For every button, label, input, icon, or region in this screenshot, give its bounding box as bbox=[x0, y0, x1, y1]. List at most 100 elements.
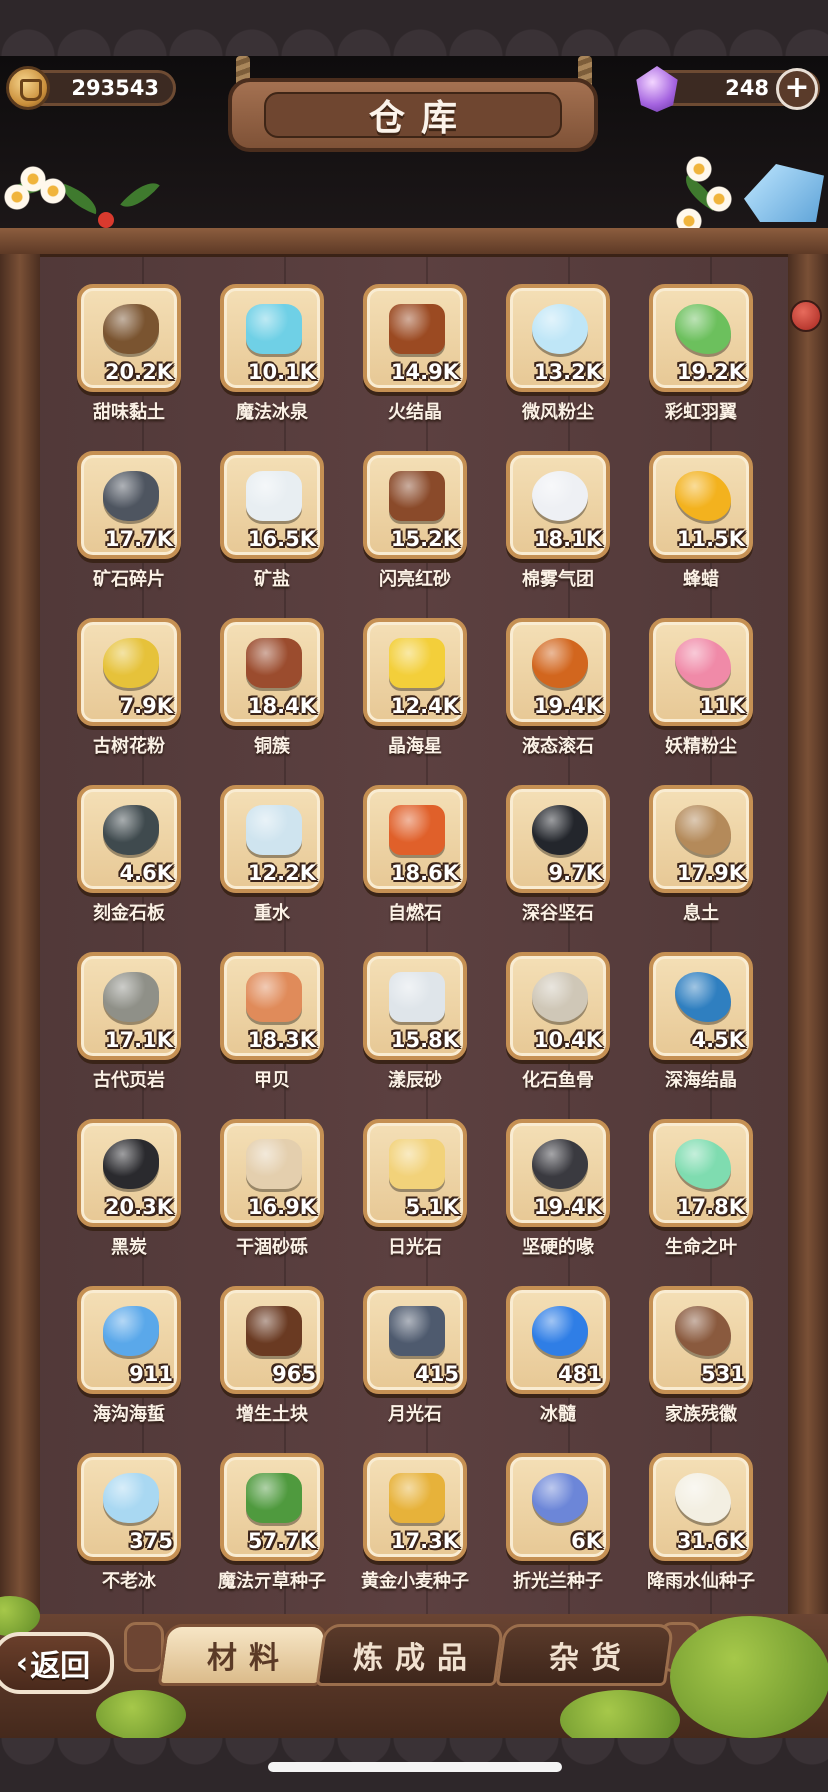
gold-coin-icon bbox=[6, 66, 50, 110]
item-slot[interactable]: 10.4K bbox=[506, 952, 610, 1060]
inventory-item[interactable]: 18.4K 铜簇 bbox=[201, 618, 343, 785]
item-slot[interactable]: 12.4K bbox=[363, 618, 467, 726]
item-count: 18.6K bbox=[390, 861, 459, 885]
inventory-item[interactable]: 17.9K 息土 bbox=[630, 785, 772, 952]
inventory-item[interactable]: 17.8K 生命之叶 bbox=[630, 1119, 772, 1286]
item-slot[interactable]: 18.3K bbox=[220, 952, 324, 1060]
item-name: 黄金小麦种子 bbox=[361, 1571, 469, 1592]
item-slot[interactable]: 18.1K bbox=[506, 451, 610, 559]
inventory-item[interactable]: 18.6K 自燃石 bbox=[344, 785, 486, 952]
item-slot[interactable]: 375 bbox=[77, 1453, 181, 1561]
inventory-item[interactable]: 17.1K 古代页岩 bbox=[58, 952, 200, 1119]
item-slot[interactable]: 17.8K bbox=[649, 1119, 753, 1227]
item-slot[interactable]: 16.5K bbox=[220, 451, 324, 559]
inventory-item[interactable]: 5.1K 日光石 bbox=[344, 1119, 486, 1286]
item-slot[interactable]: 18.6K bbox=[363, 785, 467, 893]
item-slot[interactable]: 19.4K bbox=[506, 1119, 610, 1227]
inventory-item[interactable]: 20.2K 甜味黏土 bbox=[58, 284, 200, 451]
inventory-item[interactable]: 57.7K 魔法亓草种子 bbox=[201, 1453, 343, 1620]
item-slot[interactable]: 57.7K bbox=[220, 1453, 324, 1561]
narcissus-seed-icon bbox=[675, 1473, 731, 1523]
inventory-item[interactable]: 9.7K 深谷坚石 bbox=[487, 785, 629, 952]
item-slot[interactable]: 481 bbox=[506, 1286, 610, 1394]
add-gems-button[interactable]: + bbox=[776, 68, 818, 110]
inventory-item[interactable]: 4.6K 刻金石板 bbox=[58, 785, 200, 952]
item-slot[interactable]: 19.4K bbox=[506, 618, 610, 726]
inventory-item[interactable]: 965 增生土块 bbox=[201, 1286, 343, 1453]
item-count: 9.7K bbox=[548, 861, 602, 885]
inventory-item[interactable]: 375 不老冰 bbox=[58, 1453, 200, 1620]
inventory-item[interactable]: 481 冰髓 bbox=[487, 1286, 629, 1453]
item-slot[interactable]: 10.1K bbox=[220, 284, 324, 392]
inventory-item[interactable]: 18.3K 甲贝 bbox=[201, 952, 343, 1119]
inventory-item[interactable]: 19.2K 彩虹羽翼 bbox=[630, 284, 772, 451]
inventory-item[interactable]: 13.2K 微风粉尘 bbox=[487, 284, 629, 451]
item-count: 19.4K bbox=[533, 694, 602, 718]
inventory-item[interactable]: 12.4K 晶海星 bbox=[344, 618, 486, 785]
tab-materials[interactable]: 材料 bbox=[157, 1624, 329, 1686]
item-slot[interactable]: 13.2K bbox=[506, 284, 610, 392]
item-slot[interactable]: 18.4K bbox=[220, 618, 324, 726]
back-button[interactable]: ‹ 返回 bbox=[0, 1632, 114, 1694]
item-slot[interactable]: 15.8K bbox=[363, 952, 467, 1060]
tab-alchemy-products[interactable]: 炼成品 bbox=[315, 1624, 505, 1686]
inventory-item[interactable]: 11K 妖精粉尘 bbox=[630, 618, 772, 785]
item-slot[interactable]: 6K bbox=[506, 1453, 610, 1561]
item-slot[interactable]: 4.6K bbox=[77, 785, 181, 893]
inventory-item[interactable]: 17.3K 黄金小麦种子 bbox=[344, 1453, 486, 1620]
inventory-item[interactable]: 16.5K 矿盐 bbox=[201, 451, 343, 618]
inventory-item[interactable]: 31.6K 降雨水仙种子 bbox=[630, 1453, 772, 1620]
inventory-item[interactable]: 16.9K 干涸砂砾 bbox=[201, 1119, 343, 1286]
item-slot[interactable]: 20.2K bbox=[77, 284, 181, 392]
item-slot[interactable]: 11K bbox=[649, 618, 753, 726]
item-slot[interactable]: 17.7K bbox=[77, 451, 181, 559]
inventory-item[interactable]: 17.7K 矿石碎片 bbox=[58, 451, 200, 618]
item-slot[interactable]: 11.5K bbox=[649, 451, 753, 559]
inventory-item[interactable]: 19.4K 液态滚石 bbox=[487, 618, 629, 785]
item-slot[interactable]: 17.1K bbox=[77, 952, 181, 1060]
inventory-item[interactable]: 6K 折光兰种子 bbox=[487, 1453, 629, 1620]
inventory-item[interactable]: 7.9K 古树花粉 bbox=[58, 618, 200, 785]
inventory-item[interactable]: 10.4K 化石鱼骨 bbox=[487, 952, 629, 1119]
item-slot[interactable]: 31.6K bbox=[649, 1453, 753, 1561]
inventory-item[interactable]: 20.3K 黑炭 bbox=[58, 1119, 200, 1286]
item-slot[interactable]: 15.2K bbox=[363, 451, 467, 559]
item-name: 甜味黏土 bbox=[93, 402, 165, 423]
inventory-item[interactable]: 911 海沟海蜇 bbox=[58, 1286, 200, 1453]
soil-icon bbox=[675, 805, 731, 855]
inventory-item[interactable]: 14.9K 火结晶 bbox=[344, 284, 486, 451]
item-slot[interactable]: 17.9K bbox=[649, 785, 753, 893]
inventory-item[interactable]: 531 家族残徽 bbox=[630, 1286, 772, 1453]
item-slot[interactable]: 5.1K bbox=[363, 1119, 467, 1227]
inventory-item[interactable]: 18.1K 棉雾气团 bbox=[487, 451, 629, 618]
inventory-item[interactable]: 15.8K 漾辰砂 bbox=[344, 952, 486, 1119]
inventory-item[interactable]: 19.4K 坚硬的喙 bbox=[487, 1119, 629, 1286]
shell-icon bbox=[246, 972, 302, 1022]
bush-decor bbox=[670, 1616, 828, 1738]
inventory-item[interactable]: 4.5K 深海结晶 bbox=[630, 952, 772, 1119]
tab-misc[interactable]: 杂货 bbox=[495, 1624, 675, 1686]
item-slot[interactable]: 415 bbox=[363, 1286, 467, 1394]
item-count: 17.1K bbox=[104, 1028, 173, 1052]
inventory-item[interactable]: 10.1K 魔法冰泉 bbox=[201, 284, 343, 451]
inventory-item[interactable]: 15.2K 闪亮红砂 bbox=[344, 451, 486, 618]
inventory-item[interactable]: 12.2K 重水 bbox=[201, 785, 343, 952]
item-slot[interactable]: 965 bbox=[220, 1286, 324, 1394]
item-slot[interactable]: 16.9K bbox=[220, 1119, 324, 1227]
item-slot[interactable]: 911 bbox=[77, 1286, 181, 1394]
item-slot[interactable]: 19.2K bbox=[649, 284, 753, 392]
item-slot[interactable]: 14.9K bbox=[363, 284, 467, 392]
item-count: 4.5K bbox=[691, 1028, 745, 1052]
item-slot[interactable]: 9.7K bbox=[506, 785, 610, 893]
item-slot[interactable]: 17.3K bbox=[363, 1453, 467, 1561]
item-slot[interactable]: 531 bbox=[649, 1286, 753, 1394]
item-slot[interactable]: 4.5K bbox=[649, 952, 753, 1060]
item-slot[interactable]: 12.2K bbox=[220, 785, 324, 893]
item-slot[interactable]: 7.9K bbox=[77, 618, 181, 726]
inventory-item[interactable]: 11.5K 蜂蜡 bbox=[630, 451, 772, 618]
copper-cluster-icon bbox=[246, 638, 302, 688]
item-slot[interactable]: 20.3K bbox=[77, 1119, 181, 1227]
inventory-item[interactable]: 415 月光石 bbox=[344, 1286, 486, 1453]
item-name: 蜂蜡 bbox=[683, 569, 719, 590]
home-indicator[interactable] bbox=[268, 1762, 562, 1772]
